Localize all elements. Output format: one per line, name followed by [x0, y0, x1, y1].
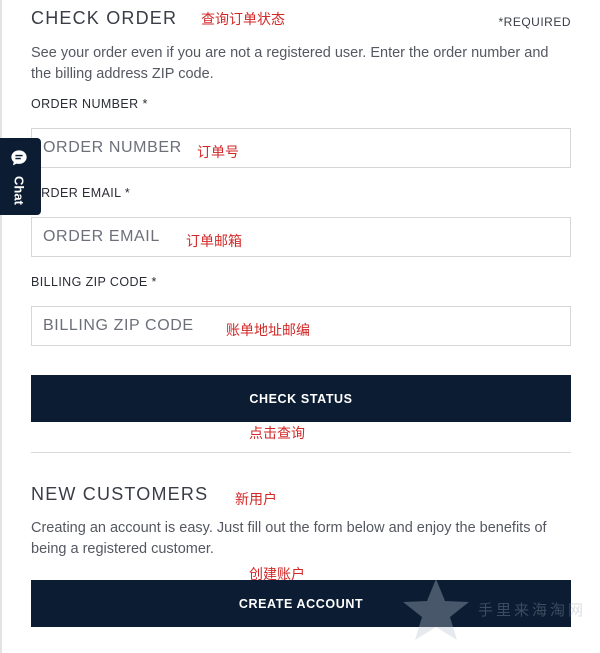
order-number-annotation: 订单号 — [197, 145, 239, 161]
new-customers-title-annotation: 新用户 — [235, 492, 277, 508]
check-status-annotation: 点击查询 — [249, 426, 305, 442]
watermark-text: 手里来海淘网 — [478, 601, 587, 619]
chat-bubble-icon — [11, 150, 27, 166]
star-icon — [403, 579, 469, 640]
order-number-input[interactable] — [32, 129, 523, 167]
chat-tab[interactable]: Chat — [0, 138, 41, 215]
check-order-title-annotation: 查询订单状态 — [201, 12, 285, 28]
order-email-input[interactable] — [32, 218, 523, 256]
new-customers-title: NEW CUSTOMERS — [31, 484, 209, 504]
order-email-field: 订单邮箱 — [31, 217, 571, 257]
order-number-label: ORDER NUMBER * — [31, 97, 148, 111]
check-order-header: CHECK ORDER 查询订单状态 *REQUIRED — [31, 8, 571, 32]
billing-zip-label: BILLING ZIP CODE * — [31, 275, 157, 289]
check-status-button[interactable]: CHECK STATUS — [31, 375, 571, 422]
watermark: 手里来海淘网 — [400, 577, 600, 647]
billing-zip-annotation: 账单地址邮编 — [226, 323, 310, 339]
left-edge-rule — [0, 0, 2, 653]
required-note: *REQUIRED — [498, 15, 571, 29]
order-email-annotation: 订单邮箱 — [186, 234, 242, 250]
order-email-label: ORDER EMAIL * — [31, 186, 131, 200]
billing-zip-field: 账单地址邮编 — [31, 306, 571, 346]
check-order-title: CHECK ORDER — [31, 8, 178, 28]
chat-label: Chat — [11, 176, 27, 205]
section-divider — [31, 452, 571, 453]
order-number-field: 订单号 — [31, 128, 571, 168]
new-customers-intro: Creating an account is easy. Just fill o… — [31, 520, 547, 557]
check-order-intro: See your order even if you are not a reg… — [31, 45, 549, 82]
